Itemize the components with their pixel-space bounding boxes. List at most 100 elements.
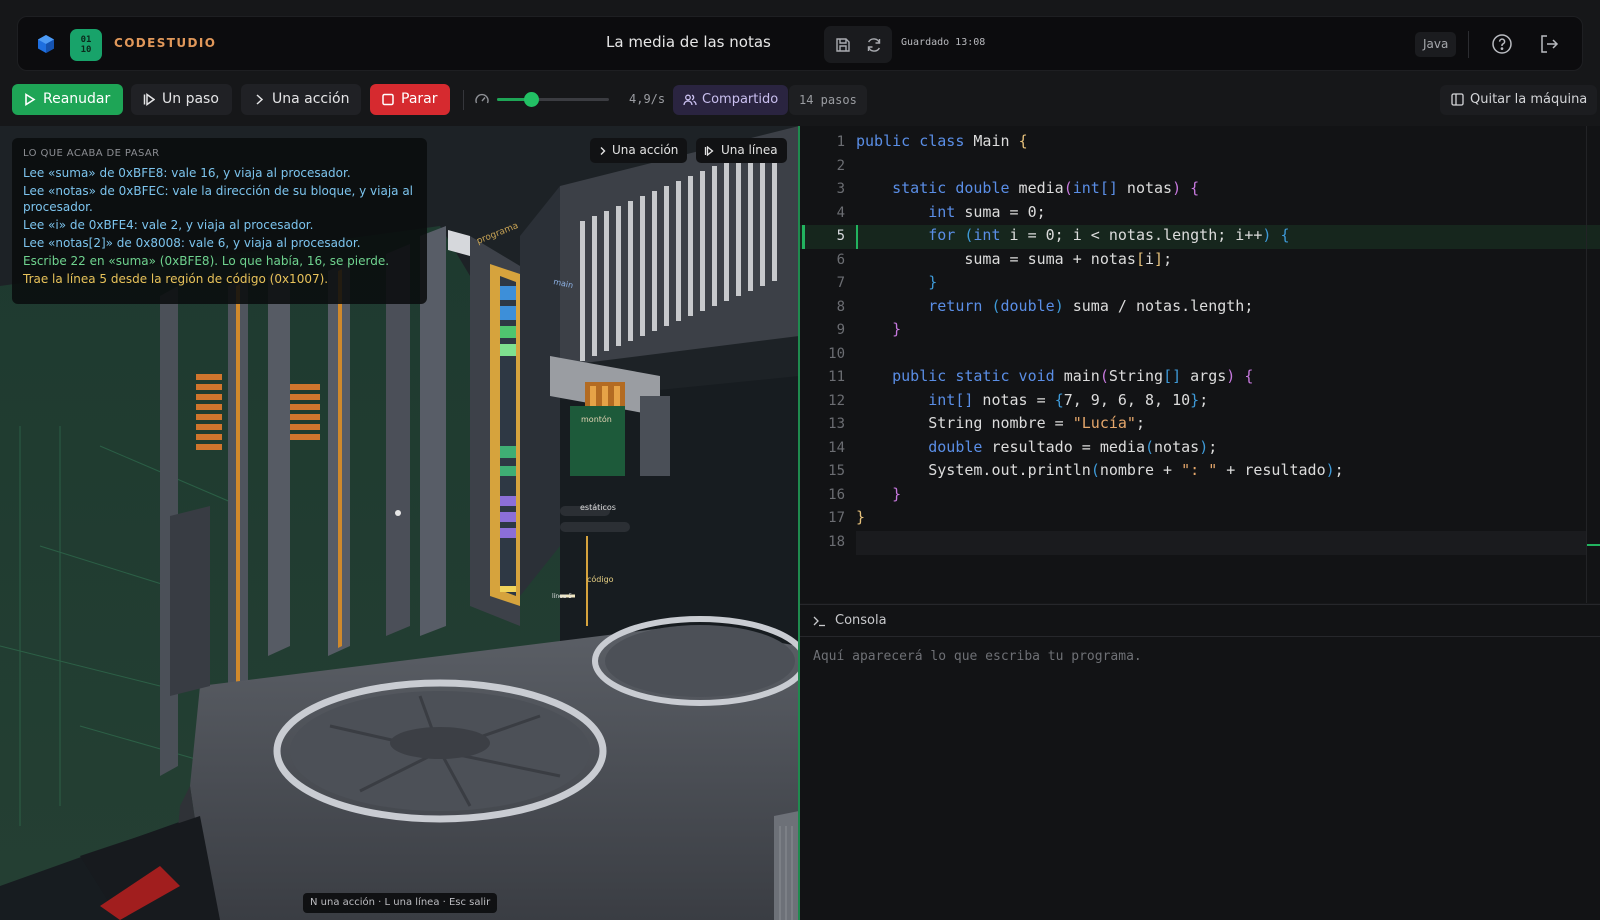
shared-label: Compartido	[702, 92, 779, 107]
line-number: 17	[828, 510, 845, 526]
users-icon	[683, 94, 697, 106]
remove-machine-label: Quitar la máquina	[1470, 92, 1588, 107]
line-number: 10	[828, 345, 845, 362]
saved-status: Guardado 13:08	[901, 37, 986, 48]
code-line[interactable]: return (double) suma / notas.length;	[856, 297, 1253, 315]
step-label: Un paso	[162, 91, 219, 107]
cube-icon	[38, 35, 54, 53]
line-number: 16	[828, 486, 845, 503]
speed-slider[interactable]	[497, 92, 609, 107]
chevron-right-icon	[600, 147, 606, 155]
play-icon	[25, 93, 36, 106]
label-monton: montón	[581, 414, 612, 424]
console-title: Consola	[835, 613, 887, 628]
code-line[interactable]: System.out.println(nombre + ": " + resul…	[856, 461, 1343, 479]
steps-counter: 14 pasos	[789, 85, 867, 115]
stop-button[interactable]: Parar	[370, 84, 450, 115]
step-icon	[704, 146, 714, 156]
toolbar: Reanudar Un paso Una acción Parar 4,9/s …	[0, 78, 1600, 120]
language-badge[interactable]: Java	[1415, 32, 1457, 57]
code-line[interactable]: }	[856, 485, 901, 503]
line-number: 11	[828, 369, 845, 385]
app-logo: 01 10	[70, 29, 102, 61]
line-number: 9	[836, 322, 845, 338]
top-bar: 01 10 CODESTUDIO La media de las notas Gu…	[17, 16, 1583, 71]
resume-button[interactable]: Reanudar	[12, 84, 123, 115]
cursor-line-highlight	[856, 530, 1586, 555]
help-icon[interactable]	[1491, 33, 1513, 55]
speed-value: 4,9/s	[629, 92, 666, 106]
brand-name: CODESTUDIO	[114, 36, 217, 50]
console-output: Aquí aparecerá lo que escriba tu program…	[813, 649, 1142, 664]
speed-slider-handle[interactable]	[523, 92, 539, 107]
code-line[interactable]: suma = suma + notas[i];	[856, 250, 1172, 268]
label-linea: línea 5	[552, 593, 572, 600]
panel-icon	[1451, 93, 1464, 106]
code-line[interactable]: }	[856, 273, 937, 291]
scene-line-button[interactable]: Una línea	[696, 138, 787, 163]
code-line[interactable]: double resultado = media(notas);	[856, 438, 1217, 456]
document-title[interactable]: La media de las notas	[606, 33, 771, 51]
remove-machine-button[interactable]: Quitar la máquina	[1440, 85, 1598, 115]
logout-icon[interactable]	[1538, 33, 1560, 55]
label-codigo: código	[587, 574, 614, 584]
save-icon[interactable]	[834, 36, 852, 54]
code-line[interactable]: public class Main {	[856, 132, 1028, 150]
code-editor[interactable]: 1 2 3 4 5 6 7 8 9 10 11 12 13 14 15 16 17 18 public class…	[800, 126, 1600, 603]
action-button[interactable]: Una acción	[241, 84, 361, 115]
editor-scrollbar[interactable]	[1586, 126, 1600, 603]
scene-action-button[interactable]: Una acción	[590, 138, 688, 163]
event-log-line: Lee «notas» de 0xBFEC: vale la dirección…	[23, 184, 414, 214]
code-line[interactable]: }	[856, 320, 901, 338]
scene-line-label: Una línea	[721, 143, 778, 157]
step-button[interactable]: Un paso	[131, 84, 232, 115]
event-log-list: Lee «suma» de 0xBFE8: vale 16, y viaja a…	[23, 165, 416, 287]
code-line[interactable]: int[] notas = {7, 9, 6, 8, 10};	[856, 391, 1208, 409]
step-icon	[143, 93, 155, 106]
save-group	[824, 26, 892, 63]
line-number: 13	[828, 416, 845, 432]
event-log-line: Lee «notas[2]» de 0x8008: vale 6, y viaj…	[23, 236, 361, 250]
line-number: 5	[836, 228, 845, 244]
console-header: Consola	[800, 605, 1600, 637]
stop-icon	[382, 93, 394, 106]
label-estaticos: estáticos	[580, 503, 616, 512]
code-line[interactable]: public static void main(String[] args) {	[856, 367, 1253, 385]
line-number-gutter: 1 2 3 4 5 6 7 8 9 10 11 12 13 14 15 16 17 18	[800, 126, 848, 603]
line-number: 18	[828, 533, 845, 550]
line-number: 6	[836, 251, 845, 268]
code-line[interactable]: for (int i = 0; i < notas.length; i++) {	[856, 226, 1289, 244]
refresh-icon[interactable]	[865, 36, 883, 54]
event-log-panel: LO QUE ACABA DE PASAR Lee «suma» de 0xBF…	[12, 138, 427, 304]
chevron-right-icon	[256, 94, 264, 105]
shared-button[interactable]: Compartido	[673, 85, 789, 115]
line-number: 15	[828, 463, 845, 479]
line-number: 7	[836, 275, 845, 291]
line-number: 3	[836, 181, 845, 197]
line-number: 4	[836, 204, 845, 221]
divider	[1468, 31, 1469, 58]
stop-label: Parar	[401, 91, 438, 107]
line-number: 2	[836, 157, 845, 174]
code-line[interactable]: static double media(int[] notas) {	[856, 179, 1199, 197]
speed-gauge-icon	[475, 93, 489, 104]
event-log-line: Escribe 22 en «suma» (0xBFE8). Lo que ha…	[23, 254, 390, 268]
line-number: 14	[828, 439, 845, 456]
keyboard-shortcuts-hint: N una acción · L una línea · Esc salir	[303, 893, 498, 913]
event-log-title: LO QUE ACABA DE PASAR	[23, 148, 160, 159]
console-panel: Consola Aquí aparecerá lo que escriba tu…	[800, 604, 1600, 920]
line-number: 12	[828, 392, 845, 409]
code-line[interactable]: String nombre = "Lucía";	[856, 414, 1145, 432]
code-line[interactable]: int suma = 0;	[856, 203, 1045, 221]
event-log-line: Lee «i» de 0xBFE4: vale 2, y viaja al pr…	[23, 218, 314, 232]
scene-action-label: Una acción	[612, 143, 679, 157]
divider	[463, 90, 464, 110]
line-number: 8	[836, 298, 845, 315]
action-label: Una acción	[272, 91, 350, 107]
code-line[interactable]: }	[856, 508, 865, 526]
resume-label: Reanudar	[43, 91, 111, 107]
event-log-line: Trae la línea 5 desde la región de códig…	[23, 272, 329, 286]
line-number: 1	[836, 134, 845, 150]
scrollbar-active-mark	[1587, 544, 1600, 546]
event-log-line: Lee «suma» de 0xBFE8: vale 16, y viaja a…	[23, 166, 351, 180]
